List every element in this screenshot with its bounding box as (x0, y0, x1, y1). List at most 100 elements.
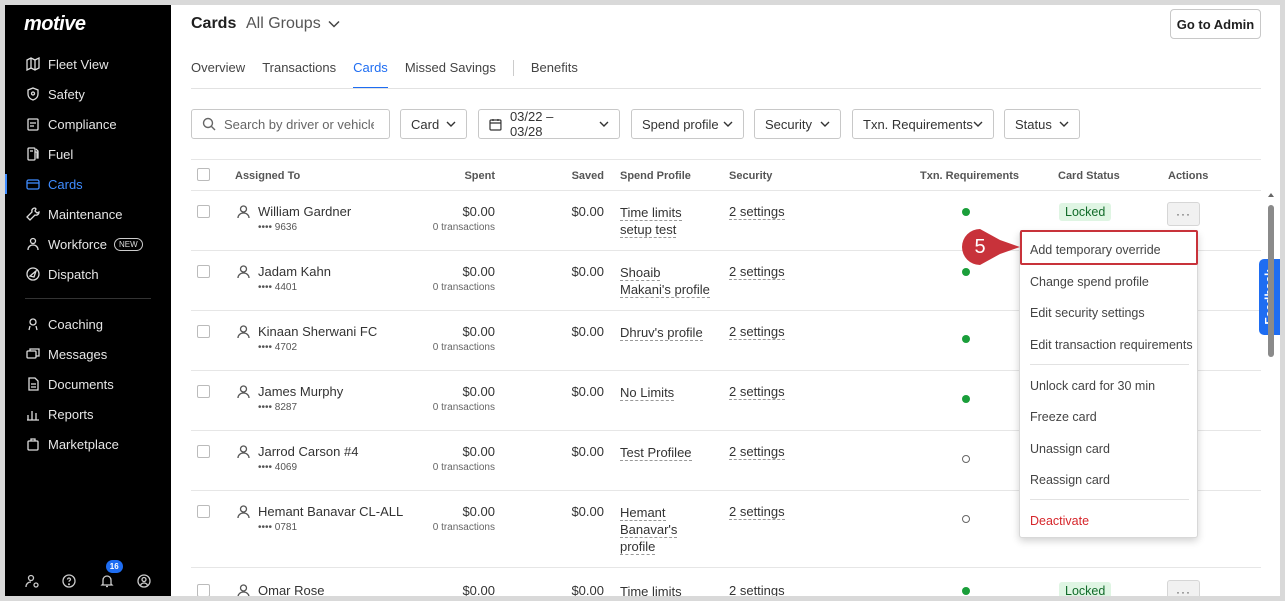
tab-transactions[interactable]: Transactions (262, 57, 336, 89)
security-settings-link[interactable]: 2 settings (729, 504, 785, 520)
row-checkbox[interactable] (197, 325, 210, 338)
spend-profile-line: Time limits (620, 205, 682, 221)
chevron-down-icon (446, 121, 456, 127)
row-checkbox[interactable] (197, 584, 210, 596)
status-badge: Locked (1059, 203, 1112, 221)
search-input[interactable] (224, 116, 374, 132)
security-settings-link[interactable]: 2 settings (729, 264, 785, 280)
menu-item-freeze-card[interactable]: Freeze card (1030, 407, 1097, 427)
sidebar-item-dispatch[interactable]: Dispatch (5, 261, 171, 287)
sidebar-item-workforce[interactable]: Workforce NEW (5, 231, 171, 257)
go-to-admin-button[interactable]: Go to Admin (1170, 9, 1261, 39)
tab-missed-savings[interactable]: Missed Savings (405, 57, 496, 89)
driver-name[interactable]: William Gardner (258, 204, 351, 219)
sidebar-item-fuel[interactable]: Fuel (5, 141, 171, 167)
security-settings-link[interactable]: 2 settings (729, 583, 785, 596)
sidebar-item-maintenance[interactable]: Maintenance (5, 201, 171, 227)
sidebar-item-compliance[interactable]: Compliance (5, 111, 171, 137)
status-filter-label: Status (1015, 116, 1052, 132)
group-selector[interactable]: All Groups (246, 15, 340, 33)
table-row[interactable]: Omar Rose $0.00 $0.00 Time limits 2 sett… (191, 568, 1261, 596)
spend-profile-link[interactable]: Time limits (620, 583, 720, 596)
card-filter[interactable]: Card (400, 109, 467, 139)
spend-profile-link[interactable]: Hemant Banavar's profile (620, 504, 720, 555)
driver-name[interactable]: James Murphy (258, 384, 343, 399)
tab-overview[interactable]: Overview (191, 57, 245, 89)
sidebar-item-coaching[interactable]: Coaching (5, 311, 171, 337)
column-header-spend-profile[interactable]: Spend Profile (620, 170, 691, 182)
column-header-saved[interactable]: Saved (572, 170, 604, 182)
column-header-security[interactable]: Security (729, 170, 772, 182)
scroll-up-arrow-icon[interactable] (1267, 191, 1275, 199)
row-actions-button[interactable]: ··· (1167, 202, 1200, 226)
driver-name[interactable]: Jarrod Carson #4 (258, 444, 358, 459)
sidebar-item-cards[interactable]: Cards (5, 171, 171, 197)
row-actions-button[interactable]: ··· (1167, 580, 1200, 596)
help-icon[interactable] (61, 573, 77, 589)
spend-profile-link[interactable]: No Limits (620, 384, 720, 401)
account-avatar-icon[interactable] (136, 573, 152, 589)
column-header-spent[interactable]: Spent (464, 170, 495, 182)
card-filter-label: Card (411, 116, 440, 132)
security-filter-label: Security (765, 116, 812, 132)
spend-profile-link[interactable]: Dhruv's profile (620, 324, 720, 341)
column-header-txn-requirements[interactable]: Txn. Requirements (920, 170, 1019, 182)
menu-item-edit-transaction-requirements[interactable]: Edit transaction requirements (1030, 335, 1193, 355)
notifications-bell-icon[interactable]: 16 (99, 560, 123, 589)
status-filter[interactable]: Status (1004, 109, 1080, 139)
driver-name[interactable]: Omar Rose (258, 583, 324, 596)
search-box[interactable] (191, 109, 390, 139)
motive-logo[interactable]: motive (24, 13, 86, 36)
row-checkbox[interactable] (197, 385, 210, 398)
tab-cards[interactable]: Cards (353, 57, 388, 89)
scrollbar-thumb[interactable] (1268, 205, 1274, 357)
menu-item-change-spend-profile[interactable]: Change spend profile (1030, 272, 1149, 292)
sidebar: motive Fleet View Safety Compliance Fuel… (5, 5, 171, 596)
spend-profile-line: Hemant (620, 505, 666, 521)
select-all-checkbox[interactable] (197, 168, 210, 181)
menu-item-deactivate[interactable]: Deactivate (1030, 511, 1089, 531)
row-checkbox[interactable] (197, 265, 210, 278)
sidebar-item-fleet-view[interactable]: Fleet View (5, 51, 171, 77)
menu-item-unlock-card[interactable]: Unlock card for 30 min (1030, 376, 1155, 396)
sidebar-item-marketplace[interactable]: Marketplace (5, 431, 171, 457)
sidebar-item-label: Coaching (48, 316, 103, 332)
transactions-count: 0 transactions (432, 402, 495, 413)
menu-item-unassign-card[interactable]: Unassign card (1030, 439, 1110, 459)
row-checkbox[interactable] (197, 505, 210, 518)
row-checkbox[interactable] (197, 445, 210, 458)
shield-icon (25, 86, 41, 102)
menu-item-reassign-card[interactable]: Reassign card (1030, 470, 1110, 490)
tab-benefits[interactable]: Benefits (531, 57, 578, 89)
security-settings-link[interactable]: 2 settings (729, 324, 785, 340)
date-range-filter[interactable]: 03/22 – 03/28 (478, 109, 620, 139)
person-icon (237, 505, 250, 519)
txn-requirements-filter[interactable]: Txn. Requirements (852, 109, 994, 139)
security-filter[interactable]: Security (754, 109, 841, 139)
sidebar-item-messages[interactable]: Messages (5, 341, 171, 367)
security-settings-link[interactable]: 2 settings (729, 384, 785, 400)
sidebar-item-reports[interactable]: Reports (5, 401, 171, 427)
sidebar-item-safety[interactable]: Safety (5, 81, 171, 107)
chevron-down-icon (820, 121, 830, 127)
security-settings-link[interactable]: 2 settings (729, 444, 785, 460)
user-settings-icon[interactable] (24, 573, 40, 589)
spent-amount: $0.00 (462, 324, 495, 339)
column-header-card-status[interactable]: Card Status (1058, 170, 1120, 182)
transactions-count: 0 transactions (432, 222, 495, 233)
spend-profile-link[interactable]: Time limits setup test (620, 204, 720, 238)
column-header-assigned-to[interactable]: Assigned To (235, 170, 300, 182)
scrollbar[interactable] (1267, 191, 1275, 596)
spend-profile-link[interactable]: Shoaib Makani's profile (620, 264, 720, 298)
driver-name[interactable]: Hemant Banavar CL-ALL (258, 504, 403, 519)
sidebar-item-label: Safety (48, 86, 85, 102)
driver-name[interactable]: Kinaan Sherwani FC (258, 324, 377, 339)
row-checkbox[interactable] (197, 205, 210, 218)
spend-profile-link[interactable]: Test Profilee (620, 444, 720, 461)
sidebar-item-documents[interactable]: Documents (5, 371, 171, 397)
security-settings-link[interactable]: 2 settings (729, 204, 785, 220)
menu-item-edit-security-settings[interactable]: Edit security settings (1030, 303, 1145, 323)
driver-name[interactable]: Jadam Kahn (258, 264, 331, 279)
card-number: •••• 8287 (258, 402, 298, 413)
spend-profile-filter[interactable]: Spend profile (631, 109, 744, 139)
